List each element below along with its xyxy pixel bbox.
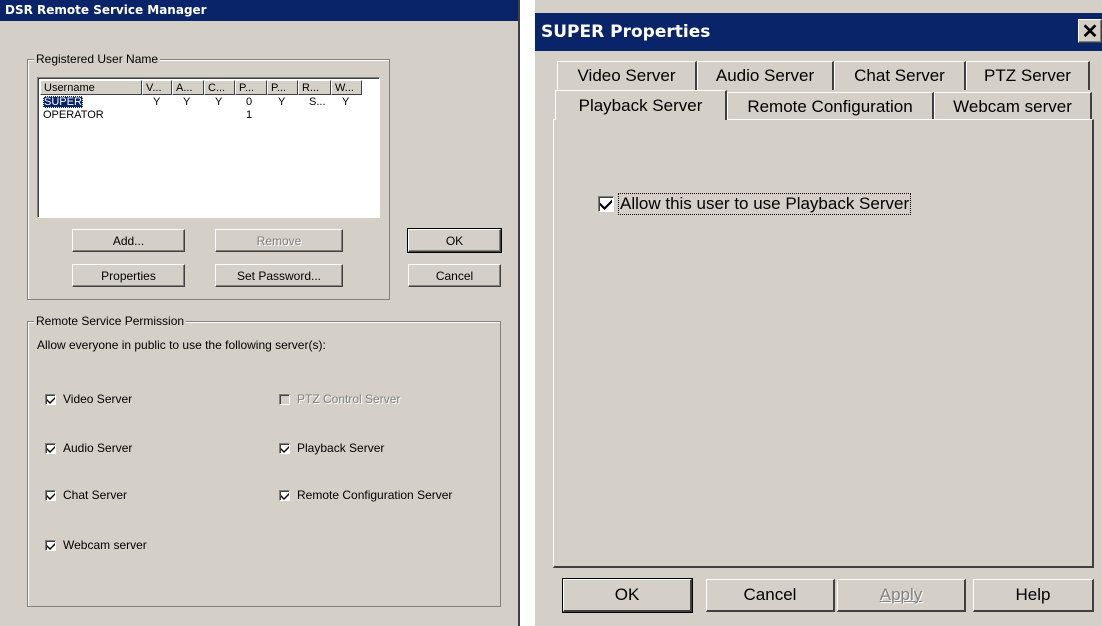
- ptz-control-server-checkbox[interactable]: PTZ Control Server: [279, 392, 400, 406]
- video-server-checkbox[interactable]: Video Server: [45, 392, 132, 406]
- cancel-button[interactable]: Cancel: [706, 579, 835, 612]
- table-cell: 1: [246, 109, 253, 121]
- close-icon: ✕: [1081, 20, 1099, 43]
- checkbox-label: PTZ Control Server: [297, 392, 401, 406]
- column-chat[interactable]: C...: [204, 80, 235, 95]
- checkbox-box: [45, 393, 56, 405]
- super-properties-window: SUPER Properties ✕ Video Server Audio Se…: [535, 0, 1102, 626]
- column-username[interactable]: Username: [40, 80, 142, 95]
- table-cell: Y: [183, 96, 191, 108]
- check-icon: [600, 199, 612, 210]
- help-button[interactable]: Help: [973, 579, 1094, 612]
- ok-button[interactable]: OK: [562, 578, 693, 613]
- title-bar[interactable]: DSR Remote Service Manager: [0, 0, 518, 21]
- remote-service-manager-window: DSR Remote Service Manager Registered Us…: [0, 0, 518, 626]
- list-header: Username V... A... C... P... P... R... W…: [40, 80, 377, 95]
- table-row[interactable]: SUPER Y Y Y 0 Y S... Y: [40, 96, 377, 109]
- close-button[interactable]: ✕: [1078, 19, 1102, 43]
- table-cell: S...: [309, 96, 326, 108]
- check-icon: [47, 542, 55, 550]
- column-ptz[interactable]: P...: [267, 80, 298, 95]
- chat-server-checkbox[interactable]: Chat Server: [45, 488, 127, 502]
- checkbox-box: [598, 196, 614, 212]
- checkbox-box: [45, 539, 56, 551]
- table-cell: 0: [246, 96, 253, 108]
- checkbox-label: Video Server: [63, 392, 133, 406]
- audio-server-checkbox[interactable]: Audio Server: [45, 441, 132, 455]
- checkbox-box: [45, 489, 56, 501]
- ok-button[interactable]: OK: [407, 228, 502, 253]
- check-icon: [47, 445, 55, 453]
- tab-page-playback: Allow this user to use Playback Server: [553, 119, 1094, 568]
- checkbox-label: Chat Server: [63, 488, 128, 502]
- username-cell: OPERATOR: [43, 109, 104, 121]
- checkbox-label: Webcam server: [63, 538, 147, 552]
- tab-webcam-server[interactable]: Webcam server: [934, 92, 1092, 120]
- add-button[interactable]: Add...: [72, 229, 185, 252]
- registered-user-group: Registered User Name Username V... A... …: [27, 52, 390, 300]
- tab-remote-configuration[interactable]: Remote Configuration: [727, 92, 934, 120]
- checkbox-label: Playback Server: [297, 441, 385, 455]
- table-cell: Y: [215, 96, 223, 108]
- table-cell: Y: [153, 96, 161, 108]
- remote-permission-group: Remote Service Permission Allow everyone…: [27, 314, 501, 607]
- tab-audio-server[interactable]: Audio Server: [697, 61, 834, 90]
- permission-description: Allow everyone in public to use the foll…: [37, 338, 326, 352]
- cancel-button[interactable]: Cancel: [408, 264, 501, 287]
- allow-playback-checkbox[interactable]: Allow this user to use Playback Server: [598, 193, 912, 215]
- apply-button[interactable]: Apply: [837, 579, 966, 612]
- window-edge: [518, 0, 520, 626]
- checkbox-box: [279, 393, 290, 405]
- table-cell: Y: [278, 96, 286, 108]
- window-title: SUPER Properties: [541, 22, 711, 42]
- column-remote[interactable]: R...: [298, 80, 331, 95]
- playback-server-checkbox[interactable]: Playback Server: [279, 441, 384, 455]
- column-playback[interactable]: P...: [235, 80, 267, 95]
- column-audio[interactable]: A...: [172, 80, 204, 95]
- window-title: DSR Remote Service Manager: [5, 3, 207, 17]
- tab-playback-server[interactable]: Playback Server: [555, 90, 727, 120]
- checkbox-label: Remote Configuration Server: [297, 488, 453, 502]
- remove-button[interactable]: Remove: [215, 229, 343, 252]
- properties-button[interactable]: Properties: [72, 264, 185, 287]
- column-webcam[interactable]: W...: [331, 80, 362, 95]
- column-video[interactable]: V...: [142, 80, 172, 95]
- checkbox-box: [279, 442, 290, 454]
- check-icon: [47, 396, 55, 404]
- checkbox-label: Audio Server: [63, 441, 133, 455]
- table-row[interactable]: OPERATOR 1: [40, 109, 377, 122]
- checkbox-label: Allow this user to use Playback Server: [617, 193, 912, 215]
- tab-chat-server[interactable]: Chat Server: [834, 61, 966, 90]
- remote-configuration-server-checkbox[interactable]: Remote Configuration Server: [279, 488, 452, 502]
- webcam-server-checkbox[interactable]: Webcam server: [45, 538, 147, 552]
- user-list[interactable]: Username V... A... C... P... P... R... W…: [37, 77, 380, 218]
- tab-ptz-server[interactable]: PTZ Server: [966, 61, 1090, 90]
- check-icon: [47, 492, 55, 500]
- username-cell: SUPER: [43, 96, 83, 108]
- check-icon: [281, 492, 289, 500]
- check-icon: [281, 445, 289, 453]
- checkbox-box: [279, 489, 290, 501]
- set-password-button[interactable]: Set Password...: [215, 264, 343, 287]
- checkbox-box: [45, 442, 56, 454]
- table-cell: Y: [342, 96, 350, 108]
- group-label: Registered User Name: [34, 52, 161, 66]
- title-bar[interactable]: SUPER Properties: [535, 13, 1102, 51]
- group-label: Remote Service Permission: [34, 314, 187, 328]
- tab-video-server[interactable]: Video Server: [557, 61, 697, 90]
